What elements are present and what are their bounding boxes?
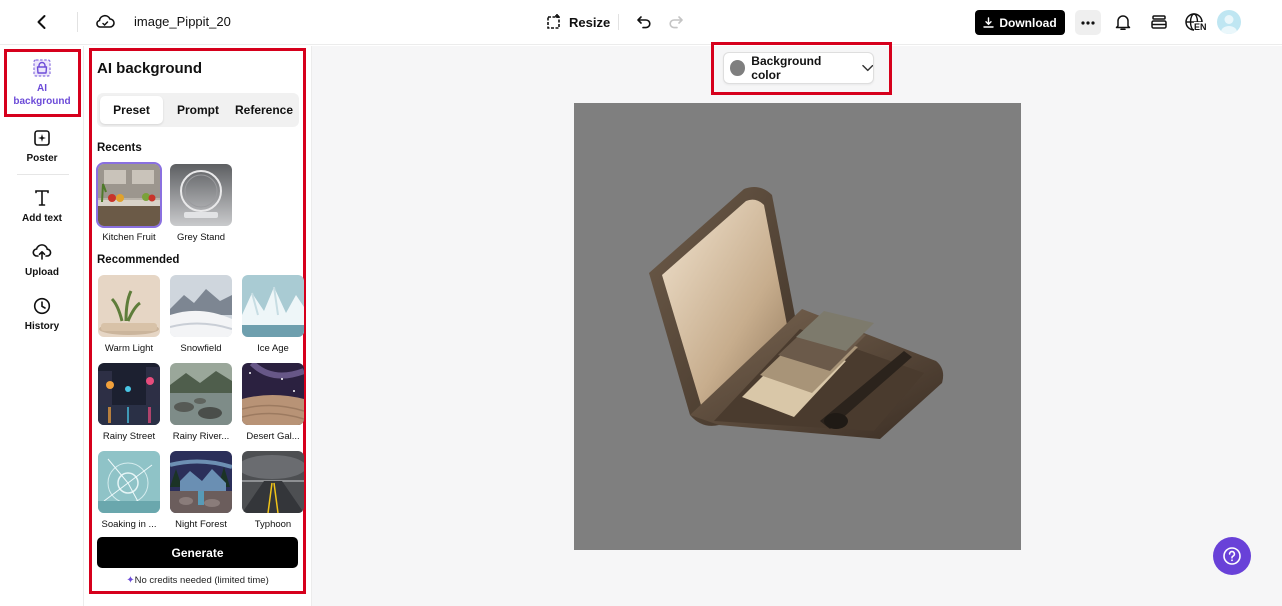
nav-label: Add text [22, 213, 62, 224]
tab-reference[interactable]: Reference [232, 96, 296, 124]
preset-thumbnail [98, 363, 160, 425]
recommended-heading: Recommended [97, 254, 180, 266]
nav-item-history[interactable]: History [0, 296, 84, 333]
preset-tile-warm-light[interactable]: Warm Light [97, 275, 161, 354]
preset-tile-soaking-in[interactable]: Soaking in ... [97, 451, 161, 530]
avatar[interactable] [1217, 10, 1241, 34]
download-icon [983, 17, 995, 28]
preset-tile-rainy-street[interactable]: Rainy Street [97, 363, 161, 442]
sparkle-icon: ✦ [126, 575, 135, 586]
artboard[interactable] [574, 103, 1021, 550]
poster-icon [34, 130, 50, 146]
nav-item-add-text[interactable]: Add text [0, 188, 84, 225]
tab-prompt[interactable]: Prompt [167, 96, 229, 124]
color-swatch [730, 60, 746, 76]
divider [618, 14, 619, 30]
preset-label: Night Forest [175, 519, 227, 530]
credits-note-text: No credits needed (limited time) [134, 575, 269, 586]
top-bar: image_Pippit_20 Resize Download EN [0, 0, 1282, 45]
preset-thumbnail [98, 275, 160, 337]
resize-button[interactable]: Resize [545, 10, 610, 34]
preset-tile-grey-stand[interactable]: Grey Stand [169, 164, 233, 243]
preset-thumbnail [242, 451, 304, 513]
preset-tile-snowfield[interactable]: Snowfield [169, 275, 233, 354]
back-icon[interactable] [30, 10, 54, 34]
nav-label: Poster [26, 153, 58, 164]
ai-background-icon [33, 59, 51, 77]
file-name[interactable]: image_Pippit_20 [134, 14, 231, 29]
preset-tile-typhoon[interactable]: Typhoon [241, 451, 305, 530]
help-button[interactable] [1213, 537, 1251, 575]
preset-label: Snowfield [180, 343, 222, 354]
preset-tile-night-forest[interactable]: Night Forest [169, 451, 233, 530]
chevron-down-icon [861, 64, 873, 72]
cloud-sync-icon[interactable] [93, 10, 117, 34]
recents-heading: Recents [97, 142, 142, 154]
nav-item-ai-background[interactable]: AI background [0, 58, 84, 108]
background-color-dropdown[interactable]: Background color [723, 52, 874, 84]
nav-label: AI background [13, 83, 71, 107]
nav-label: Upload [25, 267, 59, 278]
bell-icon[interactable] [1111, 10, 1135, 34]
more-icon[interactable] [1075, 10, 1101, 35]
background-color-label: Background color [751, 54, 822, 82]
preset-label: Ice Age [257, 343, 289, 354]
left-nav: AI background Poster Add text Upload His… [0, 46, 84, 606]
preset-label: Grey Stand [176, 232, 226, 243]
layers-icon[interactable] [1147, 10, 1171, 34]
preset-tile-ice-age[interactable]: Ice Age [241, 275, 305, 354]
preset-label: Warm Light [104, 343, 154, 354]
credits-note: ✦No credits needed (limited time) [92, 575, 303, 586]
panel-tabs: Preset Prompt Reference [97, 93, 299, 127]
preset-tile-rainy-river[interactable]: Rainy River... [169, 363, 233, 442]
preset-thumbnail [170, 164, 232, 226]
tab-preset[interactable]: Preset [100, 96, 163, 124]
text-icon [35, 190, 49, 206]
undo-icon[interactable] [632, 10, 656, 34]
preset-thumbnail [242, 363, 304, 425]
ai-background-panel: AI background Preset Prompt Reference Re… [89, 48, 306, 594]
preset-thumbnail [170, 451, 232, 513]
preset-thumbnail [170, 275, 232, 337]
upload-icon [32, 244, 52, 260]
preset-label: Typhoon [254, 519, 292, 530]
panel-title: AI background [97, 60, 203, 77]
preset-label: Rainy Street [102, 431, 156, 442]
product-image[interactable] [574, 103, 1021, 550]
language-label: EN [1194, 22, 1207, 32]
nav-label: History [24, 321, 60, 332]
preset-thumbnail [242, 275, 304, 337]
nav-item-upload[interactable]: Upload [0, 242, 84, 279]
nav-item-poster[interactable]: Poster [0, 128, 84, 165]
question-icon [1223, 547, 1241, 565]
resize-icon [547, 14, 560, 29]
preset-label: Soaking in ... [101, 519, 157, 530]
history-icon [33, 297, 51, 315]
generate-button[interactable]: Generate [97, 537, 298, 568]
redo-icon[interactable] [664, 10, 688, 34]
resize-label: Resize [569, 14, 611, 30]
divider [17, 174, 69, 175]
preset-label: Kitchen Fruit [102, 232, 156, 243]
preset-label: Rainy River... [172, 431, 230, 442]
preset-thumbnail [98, 451, 160, 513]
download-label: Download [999, 15, 1057, 30]
divider [77, 12, 78, 32]
preset-thumbnail [170, 363, 232, 425]
preset-tile-kitchen-fruit[interactable]: Kitchen Fruit [96, 162, 162, 243]
language-button[interactable]: EN [1182, 10, 1212, 36]
preset-label: Desert Gal... [246, 431, 300, 442]
preset-tile-desert-galaxy[interactable]: Desert Gal... [241, 363, 305, 442]
download-button[interactable]: Download [975, 10, 1065, 35]
preset-thumbnail [96, 162, 162, 228]
